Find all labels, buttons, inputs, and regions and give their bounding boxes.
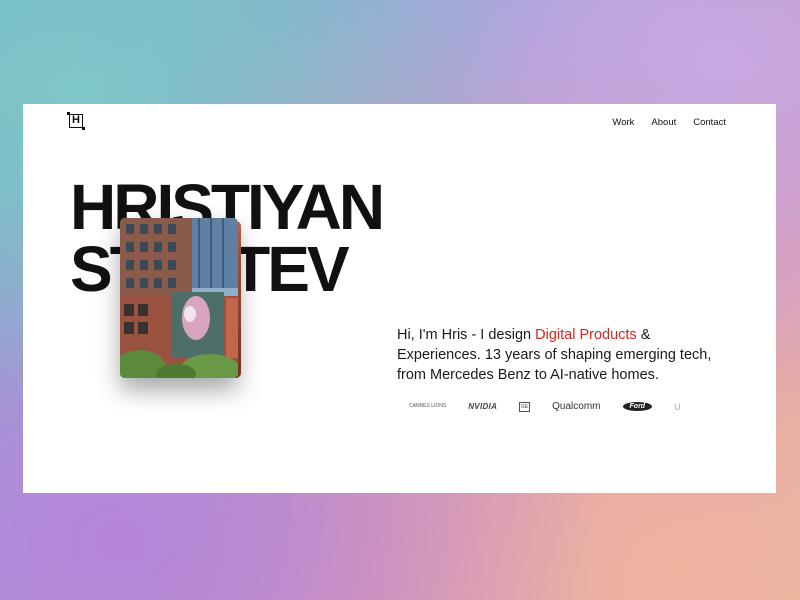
main-nav: Work About Contact — [612, 117, 726, 128]
nav-about-link[interactable]: About — [651, 117, 676, 128]
hero-photo[interactable] — [120, 218, 238, 378]
nav-work-link[interactable]: Work — [612, 117, 634, 128]
partial-logo-icon: U — [674, 401, 681, 412]
logo-letter: H — [72, 114, 80, 126]
qualcomm-logo-icon: Qualcomm — [552, 401, 601, 412]
intro-text-start: Hi, I'm Hris - I design — [397, 327, 536, 343]
ford-logo-icon: Ford — [622, 402, 653, 411]
intro-accent-text: Digital Products — [535, 327, 637, 343]
hero-intro: Hi, I'm Hris - I design Digital Products… — [397, 325, 737, 385]
nav-contact-link[interactable]: Contact — [693, 117, 726, 128]
cannes-lions-logo-icon: CANNES LIONS — [409, 403, 447, 409]
ge-logo-icon: GE — [519, 401, 531, 412]
building-illustration — [120, 218, 238, 378]
portfolio-page: H Work About Contact HRISTIYAN STOYTEV — [23, 104, 776, 493]
nvidia-logo-icon: NVIDIA — [468, 402, 498, 411]
client-logos: CANNES LIONS NVIDIA GE Qualcomm Ford U — [409, 401, 681, 412]
site-logo[interactable]: H — [67, 112, 85, 130]
